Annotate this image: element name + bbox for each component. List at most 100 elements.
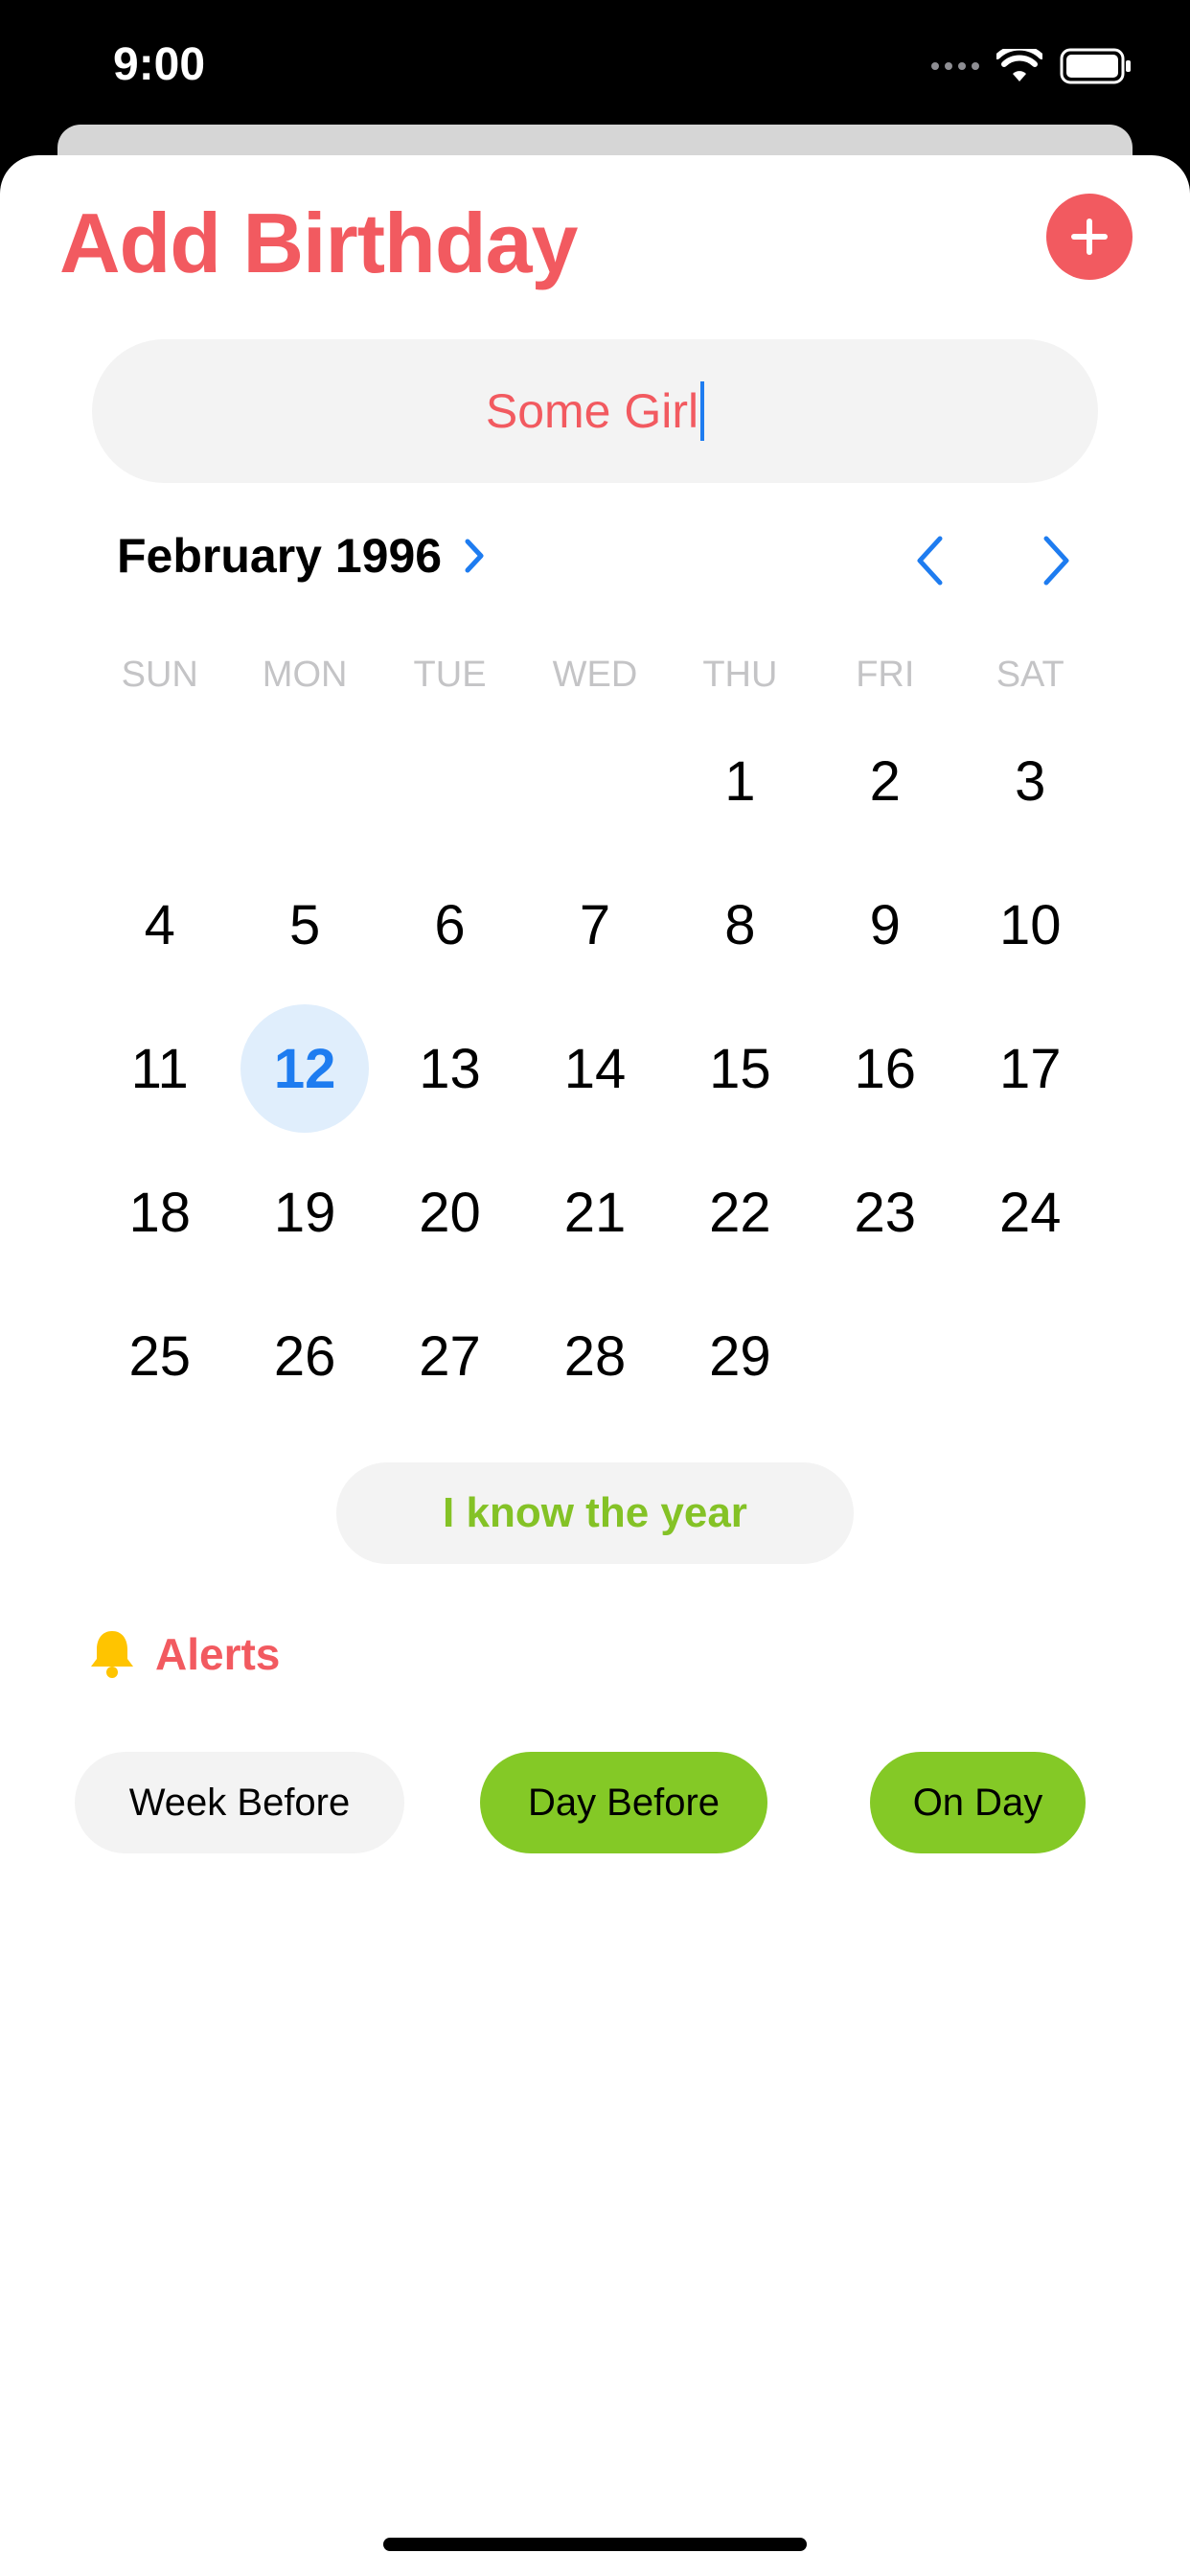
calendar-day-number: 25 <box>128 1324 191 1388</box>
calendar-day-number: 27 <box>419 1324 481 1388</box>
alert-on-day-toggle[interactable]: On Day <box>870 1752 1086 1853</box>
calendar-day[interactable]: 15 <box>668 997 812 1140</box>
calendar-day-number: 13 <box>419 1037 481 1100</box>
calendar-day-number: 7 <box>579 893 611 956</box>
calendar-day-number <box>96 717 224 845</box>
alerts-label: Alerts <box>155 1629 281 1679</box>
calendar-day[interactable]: 23 <box>812 1140 957 1284</box>
calendar-day[interactable]: 28 <box>522 1284 667 1428</box>
calendar-day[interactable]: 18 <box>87 1140 232 1284</box>
weekday-label: TUE <box>413 655 487 695</box>
calendar-day-number <box>966 1292 1094 1420</box>
calendar-day-selected[interactable]: 12 <box>232 997 377 1140</box>
calendar-day-number: 4 <box>144 893 175 956</box>
calendar-day-number: 12 <box>240 1004 370 1133</box>
calendar-day-number: 8 <box>724 893 756 956</box>
calendar-day[interactable]: 8 <box>668 853 812 997</box>
month-label: February 1996 <box>117 529 443 583</box>
calendar-day-number: 1 <box>724 749 756 813</box>
status-icons <box>931 42 1133 90</box>
calendar-days-grid: 1 2 3 4 5 6 7 8 9 10 11 12 13 14 15 16 17 18 19 20 21 22 23 24 2… <box>87 709 1103 1428</box>
next-month-button[interactable] <box>1023 527 1090 594</box>
calendar-empty-cell <box>958 1284 1103 1428</box>
calendar-day[interactable]: 25 <box>87 1284 232 1428</box>
add-birthday-sheet: Add Birthday Some Girl February 1996 SUN… <box>0 155 1190 2576</box>
home-indicator[interactable] <box>383 2538 807 2551</box>
calendar-day[interactable]: 6 <box>378 853 522 997</box>
calendar-day[interactable]: 19 <box>232 1140 377 1284</box>
calendar-day-number: 11 <box>130 1037 189 1100</box>
alert-day-before-toggle[interactable]: Day Before <box>480 1752 767 1853</box>
calendar-day-number: 21 <box>563 1181 627 1244</box>
calendar-empty-cell <box>232 709 377 853</box>
calendar-day-number: 20 <box>419 1181 481 1244</box>
month-year-picker-button[interactable]: February 1996 <box>117 525 486 586</box>
calendar-day[interactable]: 16 <box>812 997 957 1140</box>
calendar-day-number: 2 <box>869 749 901 813</box>
calendar-empty-cell <box>378 709 522 853</box>
cellular-signal-icon <box>931 62 979 70</box>
calendar-empty-cell <box>87 709 232 853</box>
calendar-day-number: 15 <box>709 1037 771 1100</box>
weekday-label: SAT <box>995 655 1064 695</box>
alert-week-before-toggle[interactable]: Week Before <box>75 1752 404 1853</box>
calendar-day-number: 23 <box>854 1181 917 1244</box>
calendar-day[interactable]: 2 <box>812 709 957 853</box>
previous-month-button[interactable] <box>896 527 963 594</box>
battery-icon <box>1060 48 1131 84</box>
status-time: 9:00 <box>113 39 206 90</box>
calendar-day-number <box>386 717 515 845</box>
weekday-label: WED <box>552 655 638 695</box>
calendar-day[interactable]: 20 <box>378 1140 522 1284</box>
calendar-empty-cell <box>812 1284 957 1428</box>
calendar-day[interactable]: 26 <box>232 1284 377 1428</box>
calendar-day[interactable]: 21 <box>522 1140 667 1284</box>
calendar-day-number: 22 <box>709 1181 771 1244</box>
calendar-day[interactable]: 5 <box>232 853 377 997</box>
calendar-day-number: 9 <box>869 893 901 956</box>
chevron-left-icon <box>917 536 943 586</box>
calendar-day-number <box>240 717 369 845</box>
weekday-header: SUN MON TUE WED THU FRI SAT <box>87 646 1103 703</box>
name-input[interactable]: Some Girl <box>92 339 1098 483</box>
calendar-day[interactable]: 27 <box>378 1284 522 1428</box>
calendar-day[interactable]: 14 <box>522 997 667 1140</box>
know-year-button[interactable]: I know the year <box>336 1462 854 1564</box>
calendar-day-number: 14 <box>563 1037 627 1100</box>
calendar-day-number: 6 <box>434 893 466 956</box>
calendar-day-number: 18 <box>128 1181 191 1244</box>
calendar-day-number: 3 <box>1015 749 1046 813</box>
calendar-day-number: 26 <box>273 1324 336 1388</box>
calendar-day[interactable]: 7 <box>522 853 667 997</box>
weekday-label: SUN <box>121 655 198 695</box>
calendar-day-number: 5 <box>288 893 321 956</box>
calendar-day[interactable]: 3 <box>958 709 1103 853</box>
calendar-day[interactable]: 17 <box>958 997 1103 1140</box>
name-input-value: Some Girl <box>485 384 699 438</box>
calendar-day-number: 10 <box>998 893 1062 956</box>
add-button[interactable] <box>1046 194 1133 280</box>
alerts-header: Alerts <box>88 1625 280 1683</box>
calendar-day[interactable]: 11 <box>87 997 232 1140</box>
calendar-day[interactable]: 24 <box>958 1140 1103 1284</box>
calendar-day[interactable]: 1 <box>668 709 812 853</box>
chevron-right-icon <box>1043 536 1069 586</box>
calendar-day-number: 16 <box>854 1037 917 1100</box>
chevron-right-icon <box>465 539 484 573</box>
calendar-empty-cell <box>522 709 667 853</box>
plus-icon <box>1071 218 1108 255</box>
calendar-day-number: 17 <box>998 1037 1062 1100</box>
calendar-day-number <box>531 717 659 845</box>
calendar-day-number <box>821 1292 950 1420</box>
calendar-day[interactable]: 13 <box>378 997 522 1140</box>
calendar-day-number: 28 <box>563 1324 627 1388</box>
calendar-day[interactable]: 9 <box>812 853 957 997</box>
weekday-label: THU <box>702 655 778 695</box>
bell-icon <box>91 1631 133 1678</box>
weekday-label: FRI <box>856 655 915 695</box>
calendar-day[interactable]: 22 <box>668 1140 812 1284</box>
calendar-day[interactable]: 4 <box>87 853 232 997</box>
calendar-day[interactable]: 10 <box>958 853 1103 997</box>
calendar-day[interactable]: 29 <box>668 1284 812 1428</box>
wifi-icon <box>996 49 1042 81</box>
